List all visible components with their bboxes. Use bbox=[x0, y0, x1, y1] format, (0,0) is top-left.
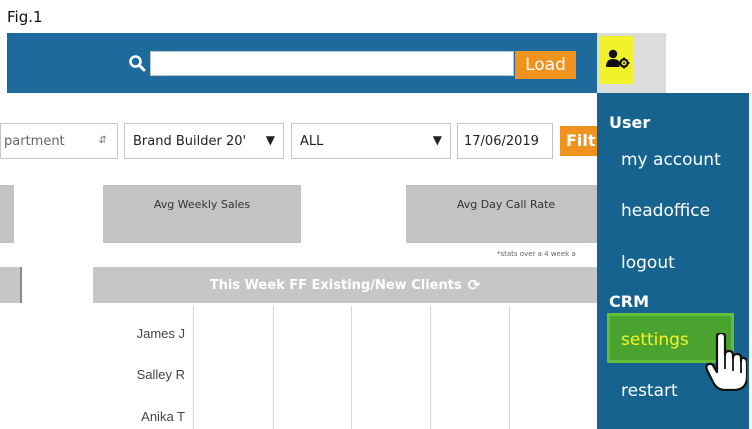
avg-day-call-rate-box: Avg Day Call Rate bbox=[406, 185, 606, 243]
grid-column-line bbox=[193, 306, 194, 429]
search-icon[interactable] bbox=[128, 54, 146, 72]
stats-note: *stats over a 4 week a bbox=[497, 250, 576, 258]
caret-down-icon: ▼ bbox=[265, 133, 275, 147]
table-row-name: Salley R bbox=[136, 367, 185, 382]
table-header-partial bbox=[0, 267, 22, 303]
menu-item-my-account[interactable]: my account bbox=[621, 150, 721, 170]
grid-column-line bbox=[509, 306, 510, 429]
grid-column-line bbox=[273, 306, 274, 429]
date-value: 17/06/2019 bbox=[464, 134, 539, 149]
menu-item-headoffice[interactable]: headoffice bbox=[621, 201, 710, 221]
user-menu-toggle[interactable] bbox=[597, 33, 666, 93]
caret-down-icon: ▼ bbox=[432, 133, 442, 147]
menu-item-logout[interactable]: logout bbox=[621, 253, 675, 273]
avg-day-call-rate-label: Avg Day Call Rate bbox=[456, 198, 556, 211]
clients-table-header: This Week FF Existing/New Clients ⟳ bbox=[93, 267, 597, 303]
filter-button[interactable]: Filt bbox=[560, 126, 600, 156]
chevron-updown-icon: ⇵ bbox=[98, 135, 107, 146]
menu-heading-crm: CRM bbox=[609, 292, 649, 311]
clients-table-title: This Week FF Existing/New Clients bbox=[209, 277, 462, 293]
brand-value: Brand Builder 20' bbox=[133, 134, 247, 149]
search-input[interactable] bbox=[150, 51, 514, 76]
scope-select[interactable]: ALL ▼ bbox=[291, 123, 451, 159]
figure-label: Fig.1 bbox=[7, 8, 43, 26]
menu-item-restart[interactable]: restart bbox=[621, 381, 678, 401]
menu-heading-user: User bbox=[609, 113, 651, 132]
stat-box-partial bbox=[0, 185, 14, 243]
table-row-name: Anika T bbox=[141, 409, 185, 424]
avg-weekly-sales-box: Avg Weekly Sales bbox=[103, 185, 301, 243]
load-button[interactable]: Load bbox=[515, 51, 576, 79]
department-select[interactable]: partment ⇵ bbox=[0, 123, 118, 159]
user-dropdown-menu: User my account headoffice logout CRM se… bbox=[597, 93, 749, 429]
menu-item-settings[interactable]: settings bbox=[621, 330, 689, 350]
hand-pointer-icon bbox=[705, 333, 747, 391]
top-bar: Load bbox=[7, 33, 597, 93]
date-field[interactable]: 17/06/2019 bbox=[457, 123, 553, 159]
user-cog-icon bbox=[606, 49, 630, 69]
department-value: partment bbox=[4, 134, 65, 149]
avg-weekly-sales-label: Avg Weekly Sales bbox=[153, 198, 251, 211]
scope-value: ALL bbox=[300, 134, 324, 149]
grid-column-line bbox=[351, 306, 352, 429]
brand-select[interactable]: Brand Builder 20' ▼ bbox=[124, 123, 284, 159]
table-row-name: James J bbox=[136, 326, 185, 341]
refresh-icon[interactable]: ⟳ bbox=[468, 276, 481, 294]
grid-column-line bbox=[430, 306, 431, 429]
clients-grid bbox=[193, 306, 597, 429]
